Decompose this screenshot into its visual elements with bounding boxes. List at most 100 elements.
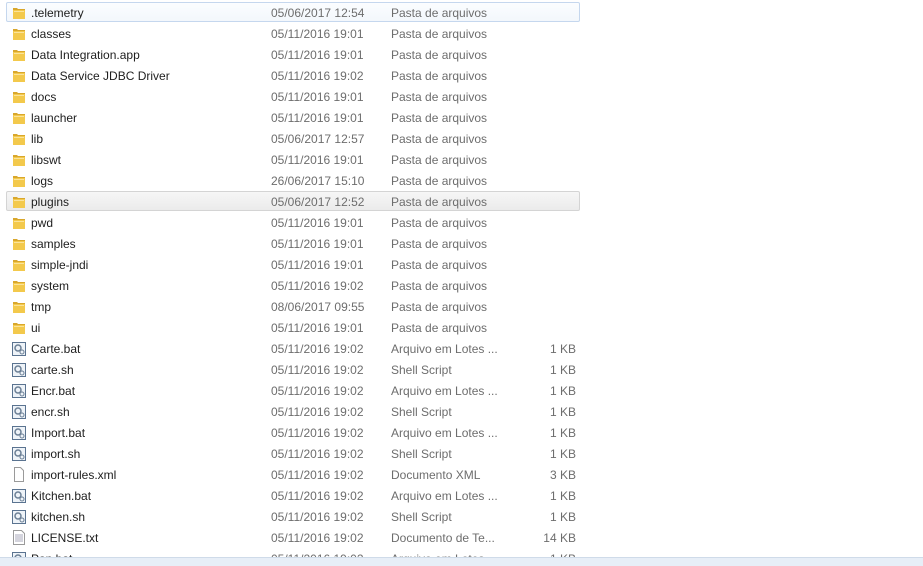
file-row[interactable]: Kitchen.bat 05/11/2016 19:02 Arquivo em Lo… [6,485,580,505]
file-row[interactable]: docs 05/11/2016 19:01 Pasta de arquivos [6,86,580,106]
file-type: Shell Script [391,447,452,461]
file-type: Pasta de arquivos [391,279,488,293]
folder-icon [12,236,26,251]
file-date: 05/11/2016 19:01 [271,27,364,41]
folder-icon [12,194,26,209]
file-name: Carte.bat [31,342,81,356]
file-row[interactable]: pwd 05/11/2016 19:01 Pasta de arquivos [6,212,580,232]
script-gear-icon [12,362,26,377]
file-row[interactable]: plugins 05/06/2017 12:52 Pasta de arquivos [6,191,580,211]
file-type: Pasta de arquivos [391,6,488,20]
file-size: 1 KB [549,426,576,440]
file-name: Encr.bat [31,384,76,398]
file-row[interactable]: classes 05/11/2016 19:01 Pasta de arquivos [6,23,580,43]
folder-icon [12,278,26,293]
file-date: 05/11/2016 19:01 [271,90,364,104]
file-name: carte.sh [31,363,74,377]
file-date: 05/11/2016 19:02 [271,447,364,461]
folder-icon [12,68,26,83]
file-type: Arquivo em Lotes ... [391,426,498,440]
file-name: lib [31,132,44,146]
file-row[interactable]: ui 05/11/2016 19:01 Pasta de arquivos [6,317,580,337]
file-size: 14 KB [543,531,576,545]
file-row[interactable]: lib 05/06/2017 12:57 Pasta de arquivos [6,128,580,148]
file-row[interactable]: Data Integration.app 05/11/2016 19:01 Past… [6,44,580,64]
folder-icon [12,152,26,167]
folder-icon [12,173,26,188]
file-row[interactable]: Carte.bat 05/11/2016 19:02 Arquivo em Lote… [6,338,580,358]
file-date: 05/11/2016 19:01 [271,258,364,272]
file-type: Pasta de arquivos [391,132,488,146]
file-name: docs [31,90,57,104]
file-row[interactable]: Encr.bat 05/11/2016 19:02 Arquivo em Lotes… [6,380,580,400]
file-date: 05/11/2016 19:02 [271,384,364,398]
file-type: Shell Script [391,510,452,524]
file-row[interactable]: samples 05/11/2016 19:01 Pasta de arquivos [6,233,580,253]
file-row[interactable]: LICENSE.txt 05/11/2016 19:02 Documento de … [6,527,580,547]
file-date: 08/06/2017 09:55 [271,300,365,314]
file-name: import-rules.xml [31,468,117,482]
file-row[interactable]: import.sh 05/11/2016 19:02 Shell Script 1 K… [6,443,580,463]
file-type: Shell Script [391,405,452,419]
file-name: Import.bat [31,426,86,440]
script-gear-icon [12,425,26,440]
file-date: 05/11/2016 19:02 [271,426,364,440]
file-size: 1 KB [549,447,576,461]
file-row[interactable]: Pan.bat05/11/2016 19:02Arquivo em Lotes … [6,548,580,557]
folder-icon [12,110,26,125]
file-row[interactable]: import-rules.xml 05/11/2016 19:02 Document… [6,464,580,484]
file-row[interactable]: logs 26/06/2017 15:10 Pasta de arquivos [6,170,580,190]
file-date: 26/06/2017 15:10 [271,174,365,188]
file-date: 05/06/2017 12:57 [271,132,365,146]
file-size: 1 KB [549,405,576,419]
file-type: Arquivo em Lotes ... [391,342,498,356]
file-row[interactable]: Data Service JDBC Driver 05/11/2016 19:02… [6,65,580,85]
folder-icon [12,257,26,272]
file-type: Pasta de arquivos [391,300,488,314]
file-name: Kitchen.bat [31,489,92,503]
file-row[interactable]: system 05/11/2016 19:02 Pasta de arquivos [6,275,580,295]
file-date: 05/11/2016 19:02 [271,468,364,482]
file-row[interactable]: simple-jndi 05/11/2016 19:01 Pasta de arqu… [6,254,580,274]
file-type: Pasta de arquivos [391,174,488,188]
script-gear-icon [12,341,26,356]
folder-icon [12,320,26,335]
file-size: 1 KB [549,510,576,524]
file-type: Pasta de arquivos [391,69,488,83]
file-name: .telemetry [31,6,84,20]
file-row[interactable]: encr.sh 05/11/2016 19:02 Shell Script 1 KB [6,401,580,421]
file-name: samples [31,237,76,251]
script-gear-icon [12,509,26,524]
file-name: launcher [31,111,78,125]
file-date: 05/11/2016 19:02 [271,69,364,83]
file-row[interactable]: carte.sh 05/11/2016 19:02 Shell Script 1 KB [6,359,580,379]
file-type: Pasta de arquivos [391,195,488,209]
file-date: 05/11/2016 19:02 [271,531,364,545]
file-name: system [31,279,70,293]
file-name: plugins [31,195,70,209]
file-name: tmp [31,300,52,314]
file-date: 05/11/2016 19:01 [271,111,364,125]
folder-icon [12,215,26,230]
file-row[interactable]: .telemetry 05/06/2017 12:54 Pasta de arqui… [6,2,580,22]
file-row[interactable]: Import.bat 05/11/2016 19:02 Arquivo em Lot… [6,422,580,442]
file-name: kitchen.sh [31,510,86,524]
file-type: Pasta de arquivos [391,27,488,41]
file-row[interactable]: kitchen.sh 05/11/2016 19:02 Shell Script 1 … [6,506,580,526]
file-date: 05/11/2016 19:02 [271,279,364,293]
file-row[interactable]: tmp 08/06/2017 09:55 Pasta de arquivos [6,296,580,316]
file-name: Data Service JDBC Driver [31,69,170,83]
file-date: 05/11/2016 19:02 [271,510,364,524]
file-row[interactable]: libswt 05/11/2016 19:01 Pasta de arquivos [6,149,580,169]
folder-icon [12,131,26,146]
folder-icon [12,5,26,20]
file-name: Data Integration.app [31,48,140,62]
file-name: encr.sh [31,405,70,419]
folder-icon [12,26,26,41]
file-date: 05/11/2016 19:01 [271,216,364,230]
file-row[interactable]: launcher 05/11/2016 19:01 Pasta de arquivo… [6,107,580,127]
file-type: Pasta de arquivos [391,237,488,251]
file-name: LICENSE.txt [31,531,99,545]
file-date: 05/11/2016 19:01 [271,321,364,335]
file-name: classes [31,27,72,41]
